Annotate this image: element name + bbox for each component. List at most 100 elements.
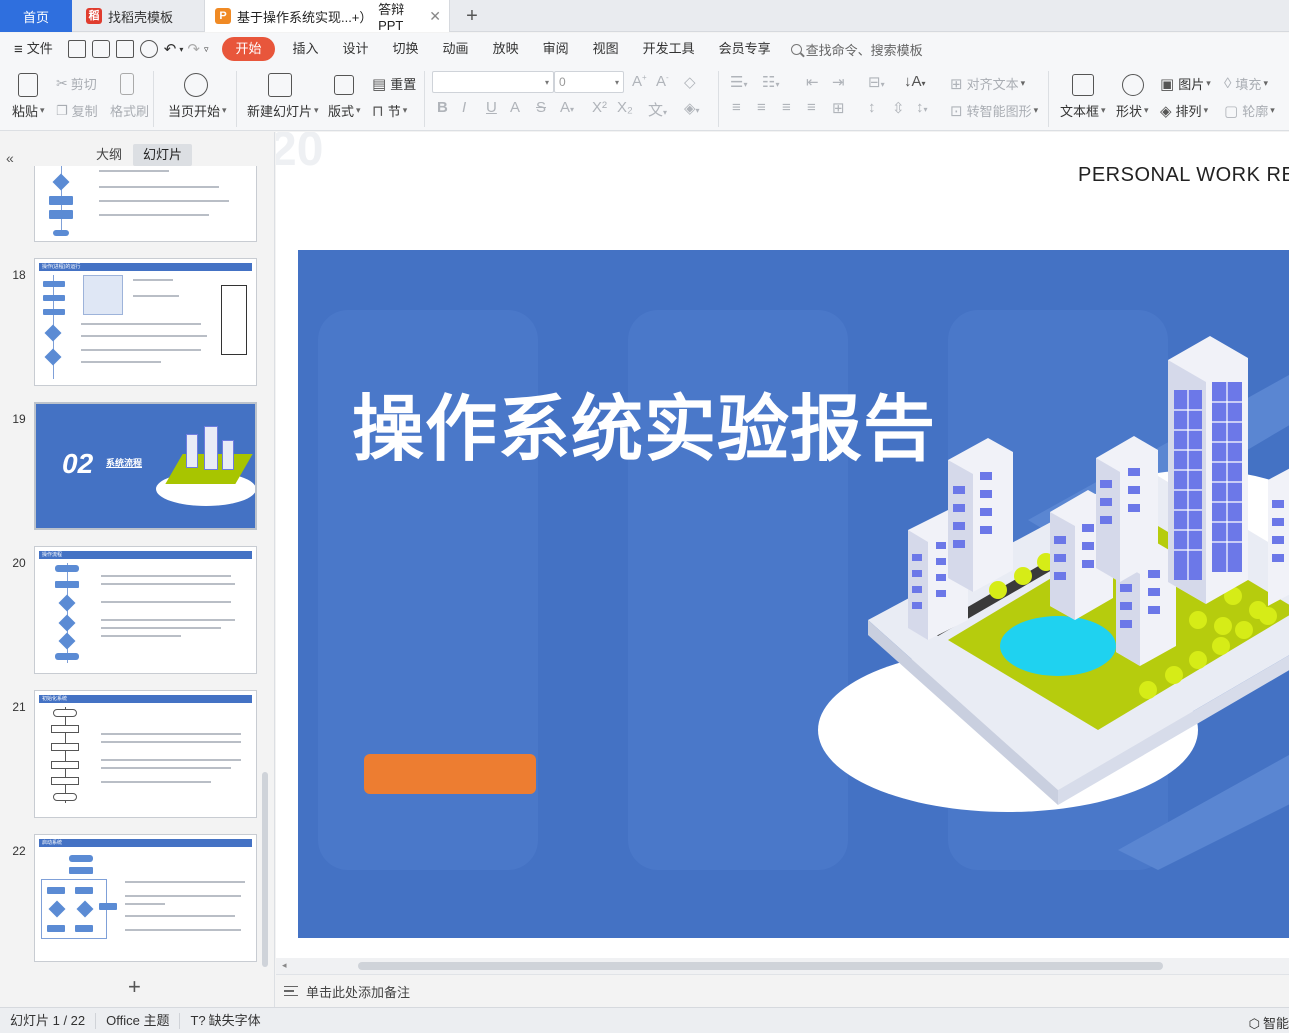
align-left-icon[interactable]: ≡ — [732, 99, 741, 116]
menu-review[interactable]: 审阅 — [531, 37, 581, 61]
new-tab-button[interactable]: + — [460, 0, 484, 32]
section-button[interactable]: ⊓ 节 ▾ — [372, 101, 407, 120]
menu-slideshow[interactable]: 放映 — [481, 37, 531, 61]
collapse-panel-icon[interactable]: « — [6, 150, 14, 166]
command-search[interactable]: 查找命令、搜索模板 — [790, 40, 923, 59]
slide-thumbnail-19[interactable]: 02 系统流程 — [34, 402, 257, 530]
pinyin-icon[interactable]: 文▾ — [648, 99, 667, 120]
new-slide-button[interactable]: 新建幻灯片 ▾ — [247, 101, 319, 120]
bullets-icon[interactable]: ☰▾ — [730, 73, 747, 91]
menu-home[interactable]: 开始 — [222, 37, 275, 61]
text-shadow-icon[interactable]: A — [510, 99, 520, 116]
smart-button[interactable]: ⬡ 智能 — [1249, 1013, 1289, 1032]
textbox-button[interactable]: 文本框 ▾ — [1060, 101, 1106, 120]
numbering-icon[interactable]: ☷▾ — [762, 73, 779, 91]
missing-font-button[interactable]: T? 缺失字体 — [180, 1013, 270, 1029]
cut-button[interactable]: ✂ 剪切 — [56, 74, 97, 93]
outline-button[interactable]: ▢ 轮廓 ▾ — [1224, 101, 1275, 120]
line-spacing-icon[interactable]: ↕ — [868, 99, 876, 116]
align-text-button[interactable]: ⊞ 对齐文本 ▾ — [950, 74, 1025, 93]
slide-thumbnail-18[interactable]: 操作(进程)的运行 — [34, 258, 257, 386]
format-painter-button[interactable]: 格式刷 — [110, 101, 149, 120]
subscript-icon[interactable]: X₂ — [617, 99, 633, 116]
align-center-icon[interactable]: ≡ — [757, 99, 766, 116]
flow-step — [49, 196, 73, 205]
text-direction-icon[interactable]: ⊟▾ — [868, 73, 885, 91]
font-family-select[interactable]: ▾ — [432, 71, 554, 93]
quick-access-dropdown-icon[interactable]: ▿ — [204, 44, 209, 55]
justify-icon[interactable]: ≡ — [807, 99, 816, 116]
slide-thumbnail-21[interactable]: 初始化系统 — [34, 690, 257, 818]
current-slide[interactable]: 操作系统实验报告 — [298, 250, 1289, 938]
save-icon[interactable] — [67, 40, 86, 58]
close-tab-icon[interactable]: ✕ — [429, 8, 441, 25]
slide-orange-button-shape[interactable] — [364, 754, 536, 794]
italic-icon[interactable]: I — [462, 99, 466, 116]
menu-view[interactable]: 视图 — [581, 37, 631, 61]
undo-icon[interactable]: ↶ — [164, 40, 177, 58]
flow-step — [99, 903, 117, 910]
layout-button[interactable]: 版式 ▾ — [328, 101, 361, 120]
picture-button[interactable]: ▣ 图片 ▾ — [1160, 74, 1211, 93]
paragraph-menu-icon[interactable]: ↕▾ — [916, 99, 928, 116]
font-color-icon[interactable]: A▾ — [560, 99, 574, 116]
shape-button[interactable]: 形状 ▾ — [1116, 101, 1149, 120]
fill-button[interactable]: ◊ 填充 ▾ — [1224, 74, 1268, 93]
print-icon[interactable] — [115, 40, 134, 58]
font-size-select[interactable]: 0 ▾ — [554, 71, 624, 93]
notes-area[interactable]: 单击此处添加备注 — [276, 974, 1289, 1007]
print-preview-icon[interactable] — [139, 40, 158, 58]
paste-icon[interactable] — [18, 73, 38, 97]
increase-indent-icon[interactable]: ⇥ — [832, 73, 845, 91]
tab-bar: 首页 稻 找稻壳模板 P 基于操作系统实现...+） 答辩PPT ✕ + — [0, 0, 1289, 33]
menu-developer[interactable]: 开发工具 — [631, 37, 707, 61]
tab-slides[interactable]: 幻灯片 — [133, 144, 193, 166]
arrange-button[interactable]: ◈ 排列 ▾ — [1160, 101, 1208, 120]
reset-button[interactable]: ▤ 重置 — [372, 74, 416, 93]
clear-format-icon[interactable]: ◇ — [684, 73, 696, 91]
hamburger-icon[interactable]: ≡ — [14, 41, 23, 58]
menu-file[interactable]: 文件 — [23, 37, 65, 61]
slide-thumbnail-20[interactable]: 操作流程 — [34, 546, 257, 674]
scroll-left-icon[interactable]: ◂ — [282, 960, 287, 971]
grow-font-icon[interactable]: A+ — [632, 73, 647, 90]
add-slide-button[interactable]: + — [128, 974, 141, 1000]
thumbnail-header: 启动系统 — [39, 839, 252, 847]
tab-home[interactable]: 首页 — [0, 0, 72, 32]
bold-icon[interactable]: B — [437, 99, 448, 116]
tab-template[interactable]: 稻 找稻壳模板 — [74, 0, 204, 32]
smart-shape-button[interactable]: ⊡ 转智能图形 ▾ — [950, 101, 1038, 120]
align-right-icon[interactable]: ≡ — [782, 99, 791, 116]
scrollbar-thumb[interactable] — [358, 962, 1163, 970]
menu-member[interactable]: 会员专享 — [707, 37, 783, 61]
text-line — [125, 929, 241, 931]
slides-panel-scrollbar[interactable] — [262, 772, 268, 967]
menu-animation[interactable]: 动画 — [431, 37, 481, 61]
copy-button[interactable]: ❐ 复制 — [56, 101, 98, 120]
underline-icon[interactable]: U — [486, 99, 497, 116]
tab-outline[interactable]: 大纲 — [86, 144, 132, 166]
highlight-icon[interactable]: ◈▾ — [684, 99, 700, 117]
distribute-icon[interactable]: ⊞ — [832, 99, 845, 117]
slide-thumbnail-22[interactable]: 启动系统 — [34, 834, 257, 962]
paste-button[interactable]: 粘贴 ▾ — [12, 101, 45, 120]
export-icon[interactable] — [91, 40, 110, 58]
menu-transition[interactable]: 切换 — [381, 37, 431, 61]
tab-document[interactable]: P 基于操作系统实现...+） 答辩PPT ✕ — [204, 0, 450, 33]
undo-dropdown-icon[interactable]: ▾ — [179, 45, 183, 54]
redo-icon[interactable]: ↷ — [187, 40, 200, 58]
play-from-current-button[interactable]: 当页开始 ▾ — [168, 101, 227, 120]
paragraph-spacing-icon[interactable]: ⇳ — [892, 99, 905, 117]
canvas-horizontal-scrollbar[interactable]: ◂ — [276, 958, 1289, 974]
strikethrough-icon[interactable]: S — [536, 99, 546, 116]
menu-design[interactable]: 设计 — [331, 37, 381, 61]
shrink-font-icon[interactable]: A- — [656, 73, 669, 90]
menu-insert[interactable]: 插入 — [281, 37, 331, 61]
slide-thumbnail-17[interactable] — [34, 166, 257, 242]
superscript-icon[interactable]: X² — [592, 99, 607, 116]
slide-header-text[interactable]: PERSONAL WORK RE — [1078, 164, 1289, 187]
theme-name[interactable]: Office 主题 — [96, 1012, 181, 1029]
decrease-indent-icon[interactable]: ⇤ — [806, 73, 819, 91]
sort-icon[interactable]: ↓A▾ — [904, 73, 926, 90]
slide-title[interactable]: 操作系统实验报告 — [352, 370, 936, 475]
